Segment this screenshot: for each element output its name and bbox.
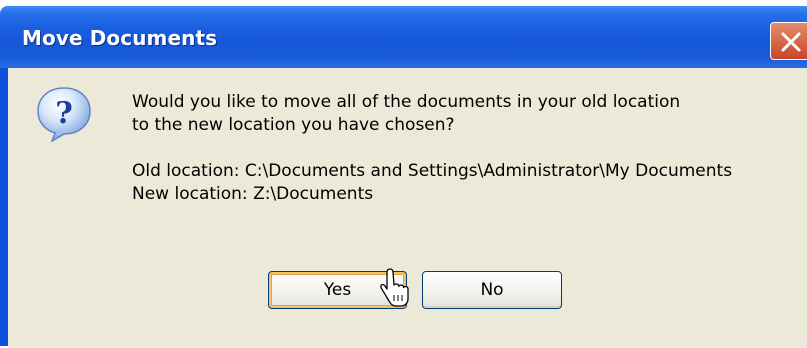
question-icon: ? (37, 87, 91, 143)
new-location-text: New location: Z:\Documents (132, 184, 374, 204)
title-bar[interactable]: Move Documents (0, 6, 807, 68)
old-location-text: Old location: C:\Documents and Settings\… (132, 161, 733, 181)
message-text: Would you like to move all of the docume… (132, 91, 732, 206)
close-icon (781, 32, 801, 52)
svg-text:?: ? (55, 96, 73, 131)
hand-cursor-icon (380, 268, 409, 307)
message-line: to the new location you have chosen? (132, 115, 455, 135)
close-button[interactable] (770, 22, 807, 60)
message-line: Would you like to move all of the docume… (132, 92, 681, 112)
no-button[interactable]: No (422, 271, 562, 309)
dialog-title: Move Documents (22, 26, 218, 50)
